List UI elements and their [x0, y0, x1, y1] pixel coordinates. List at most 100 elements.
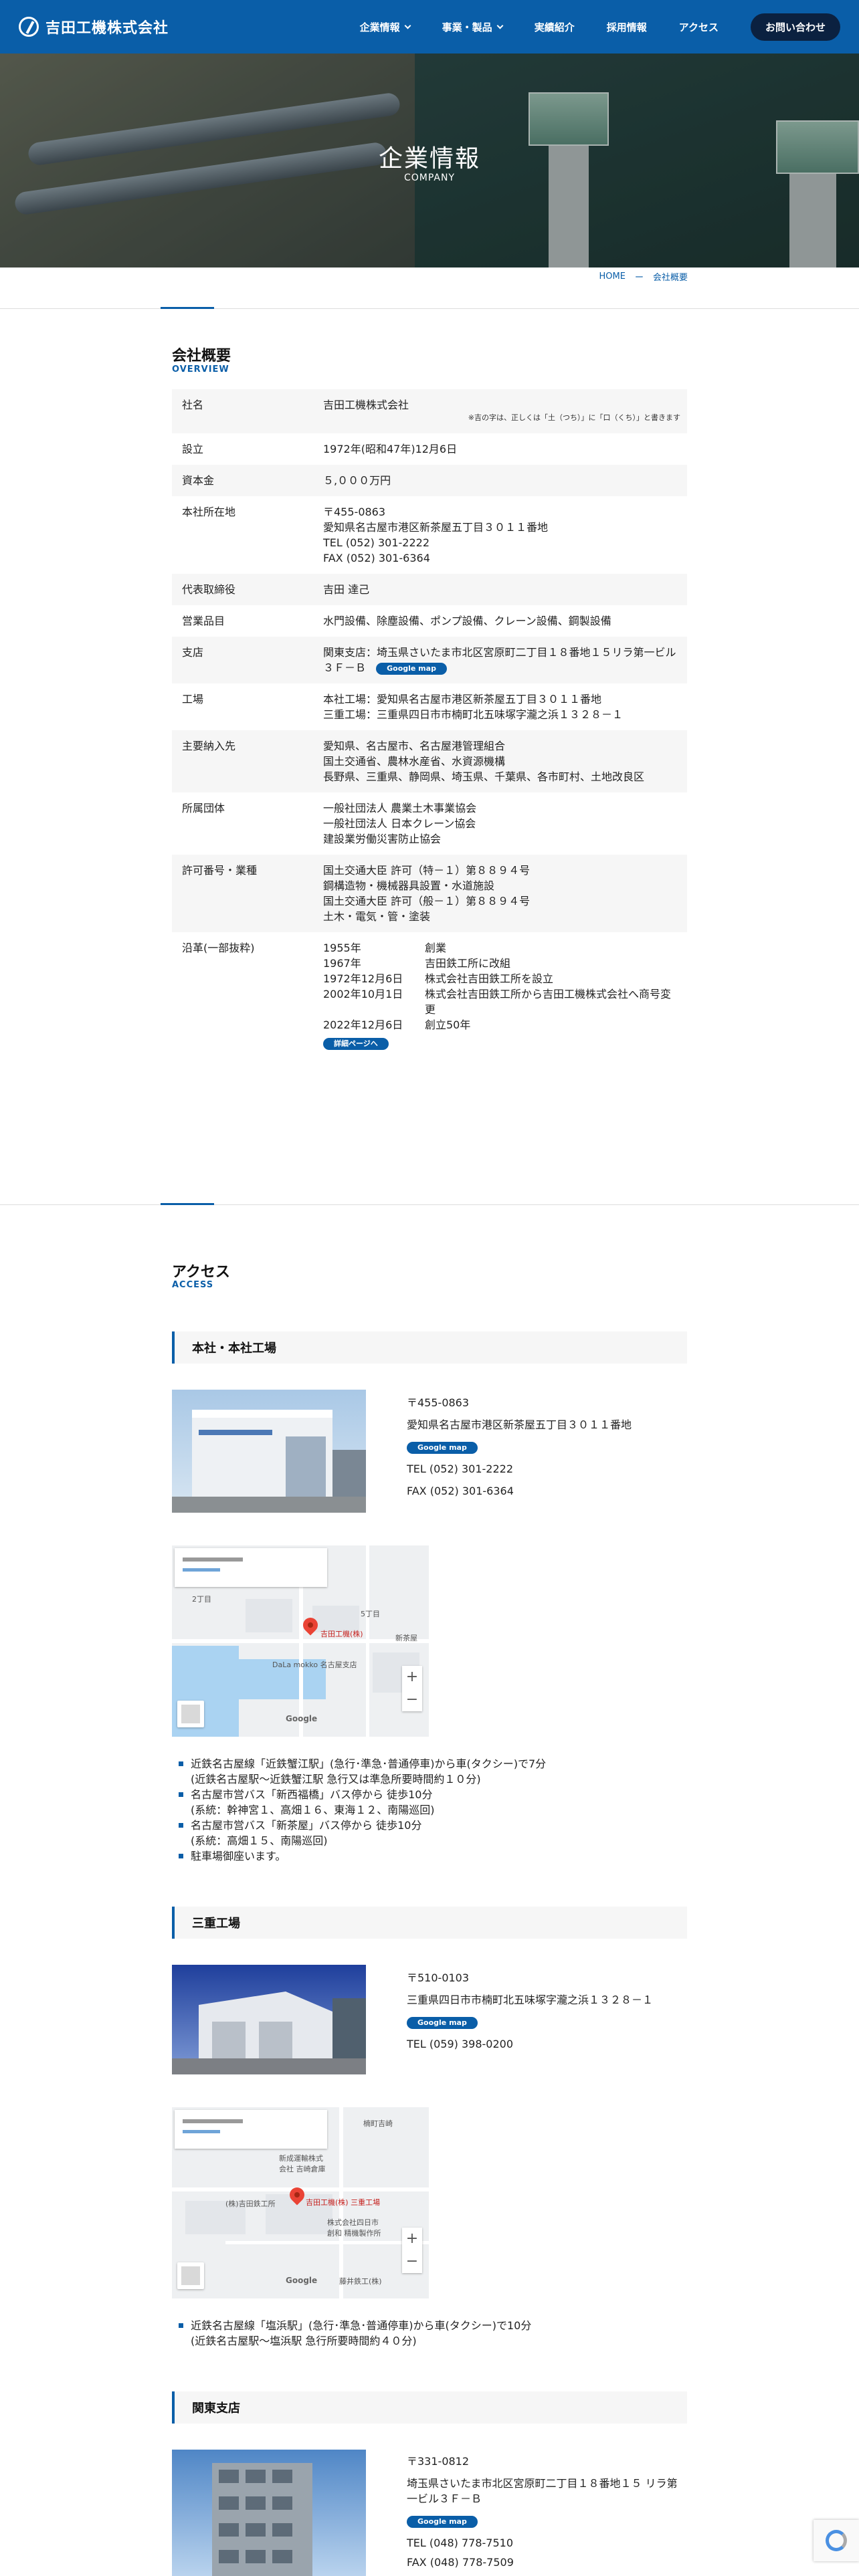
- map-text: 楠町吉崎: [363, 2119, 393, 2128]
- row-label: 営業品目: [182, 615, 225, 627]
- access-heading: アクセス: [172, 1264, 230, 1281]
- row-value: 1972年(昭和47年)12月6日: [323, 443, 458, 455]
- table-row: 主要納入先 愛知県、名古屋市、名古屋港管理組合 国土交通省、農林水産省、水資源機…: [172, 730, 687, 792]
- detail-wrap: 詳細ページへ: [323, 1035, 680, 1051]
- zoom-in-button[interactable]: +: [402, 2228, 422, 2250]
- list-line: (近鉄名古屋駅～塩浜駅 急行所要時間約４０分): [191, 2335, 417, 2347]
- hq-address: 愛知県名古屋市港区新茶屋五丁目３０１１番地: [407, 1418, 632, 1431]
- table-row: 代表取締役 吉田 達己: [172, 574, 687, 605]
- nav-company[interactable]: 企業情報: [359, 20, 411, 34]
- row-value: 1955年 創業 1967年 吉田鉄工所に改組 1972年12月6日 株式会社吉田鉄工…: [323, 932, 687, 1059]
- map-info-card[interactable]: [175, 1548, 327, 1587]
- breadcrumb-home[interactable]: HOME: [599, 272, 626, 282]
- nav-business[interactable]: 事業・製品: [442, 20, 504, 34]
- kanto-google-map-button[interactable]: Google map: [407, 2515, 478, 2528]
- table-row: 社名 吉田工機株式会社 ※吉の字は、正しくは「土（つち）」に「口（くち）」と書き…: [172, 389, 687, 433]
- group-line: 一般社団法人 農業土木事業協会: [323, 802, 477, 815]
- mie-map[interactable]: 楠町吉崎 新成運輸株式 会社 吉崎倉庫 (株)吉田鉄工所 吉田工機(株) 三重工…: [172, 2107, 429, 2298]
- table-row: 資本金 ５,０００万円: [172, 465, 687, 496]
- breadcrumb-current: 会社概要: [652, 273, 688, 283]
- address-line: 愛知県名古屋市港区新茶屋五丁目３０１１番地: [323, 521, 549, 534]
- list-line: 名古屋市営バス「新西福橋」バス停から 徒歩10分: [191, 1788, 433, 1801]
- row-value: 吉田工機株式会社 ※吉の字は、正しくは「土（つち）」に「口（くち）」と書きます: [323, 389, 687, 433]
- company-logo[interactable]: 吉田工機株式会社: [19, 16, 169, 37]
- factory-line: 三重工場：三重県四日市市楠町北五味塚字瀧之浜１３２８－１: [323, 708, 624, 721]
- kanto-heading: 関東支店: [172, 2391, 687, 2424]
- detail-page-button[interactable]: 詳細ページへ: [323, 1037, 389, 1050]
- zoom-in-button[interactable]: +: [402, 1666, 422, 1689]
- mie-factory-photo: [172, 1965, 366, 2074]
- table-row: 営業品目 水門設備、除塵設備、ポンプ設備、クレーン設備、鋼製設備: [172, 605, 687, 637]
- kanto-zip: 〒331-0812: [407, 2455, 470, 2468]
- hq-google-map-button[interactable]: Google map: [407, 1441, 478, 1454]
- nav-access[interactable]: アクセス: [679, 20, 719, 34]
- list-line: 近鉄名古屋線「塩浜駅」(急行･準急･普通停車)から車(タクシー)で10分: [191, 2319, 532, 2332]
- zoom-out-button[interactable]: −: [402, 2250, 422, 2273]
- history-item: 1955年 創業: [323, 940, 680, 956]
- recaptcha-badge[interactable]: [814, 2520, 859, 2561]
- contact-button[interactable]: お問い合わせ: [750, 13, 840, 41]
- list-line: (系統：高畑１５、南陽巡回): [191, 1834, 328, 1847]
- mie-gmap-wrap: Google map: [407, 2014, 653, 2030]
- nav-company-label: 企業情報: [359, 21, 400, 33]
- row-label: 設立: [182, 443, 204, 455]
- nav-works[interactable]: 実績紹介: [535, 20, 575, 34]
- history-year: 1972年12月6日: [323, 972, 403, 985]
- hq-map[interactable]: 2丁目 5丁目 新茶屋 吉田工機(株) DaLa mokko 名古屋支店 + − …: [172, 1545, 429, 1737]
- history-event: 吉田鉄工所に改組: [425, 957, 511, 970]
- kanto-tel: TEL (048) 778-7510: [407, 2537, 514, 2549]
- client-line: 長野県、三重県、静岡県、埼玉県、千葉県、各市町村、土地改良区: [323, 770, 645, 783]
- map-info-card[interactable]: [175, 2110, 327, 2149]
- factory-line: 本社工場：愛知県名古屋市港区新茶屋五丁目３０１１番地: [323, 693, 602, 706]
- divider-accent: [161, 307, 214, 309]
- list-line: 駐車場御座います。: [191, 1850, 286, 1862]
- hq-gmap-wrap: Google map: [407, 1439, 632, 1455]
- address-line: FAX (052) 301-6364: [323, 552, 430, 564]
- map-layer-toggle[interactable]: [177, 2262, 204, 2289]
- row-value: 〒455-0863 愛知県名古屋市港区新茶屋五丁目３０１１番地 TEL (052…: [323, 496, 687, 574]
- nav-recruit[interactable]: 採用情報: [607, 20, 647, 34]
- row-label: 工場: [182, 693, 204, 706]
- row-value: 吉田 達己: [323, 583, 370, 596]
- map-card-line: [183, 1558, 243, 1562]
- map-layer-toggle[interactable]: [177, 1701, 204, 1727]
- map-place-label: 藤井鉄工(株): [339, 2277, 382, 2286]
- row-label: 支店: [182, 646, 204, 659]
- row-label: 社名: [182, 399, 204, 411]
- overview-table: 社名 吉田工機株式会社 ※吉の字は、正しくは「土（つち）」に「口（くち）」と書き…: [172, 389, 687, 1059]
- breadcrumb: HOME ー 会社概要: [599, 270, 688, 283]
- history-event: 株式会社吉田鉄工所を設立: [425, 972, 554, 985]
- hq-heading: 本社・本社工場: [172, 1331, 687, 1364]
- row-value: 一般社団法人 農業土木事業協会 一般社団法人 日本クレーン協会 建設業労働災害防…: [323, 792, 687, 855]
- zoom-out-button[interactable]: −: [402, 1689, 422, 1711]
- row-value: 水門設備、除塵設備、ポンプ設備、クレーン設備、鋼製設備: [323, 615, 611, 627]
- branch-google-map-button[interactable]: Google map: [376, 662, 447, 675]
- mie-zip: 〒510-0103: [407, 1971, 470, 1984]
- address-line: 〒455-0863: [323, 506, 386, 518]
- chevron-down-icon: [496, 22, 504, 29]
- divider: [0, 1204, 859, 1205]
- table-row: 本社所在地 〒455-0863 愛知県名古屋市港区新茶屋五丁目３０１１番地 TE…: [172, 496, 687, 574]
- google-logo: Google: [286, 2276, 318, 2285]
- client-line: 国土交通省、農林水産省、水資源機構: [323, 755, 506, 768]
- row-value: 関東支店：埼玉県さいたま市北区宮原町二丁目１８番地１５リラ第一ビル３Ｆ－Ｂ Go…: [323, 637, 687, 683]
- table-row: 支店 関東支店：埼玉県さいたま市北区宮原町二丁目１８番地１５リラ第一ビル３Ｆ－Ｂ…: [172, 637, 687, 683]
- history-item: 2022年12月6日 創立50年: [323, 1017, 680, 1033]
- site-header: 吉田工機株式会社 企業情報 事業・製品 実績紹介 採用情報 アクセス お問い合わ…: [0, 0, 859, 53]
- map-place-label: DaLa mokko 名古屋支店: [272, 1660, 357, 1669]
- mie-address: 三重県四日市市楠町北五味塚字瀧之浜１３２８－１: [407, 1994, 654, 2006]
- history-year: 1955年: [323, 942, 361, 954]
- main-nav: 企業情報 事業・製品 実績紹介 採用情報 アクセス お問い合わせ: [360, 13, 840, 41]
- row-label: 主要納入先: [182, 740, 236, 752]
- hq-address-block: 〒455-0863 愛知県名古屋市港区新茶屋五丁目３０１１番地 Google m…: [407, 1395, 632, 1499]
- list-item: 駐車場御座います。: [176, 1848, 546, 1864]
- hero-banner: 企業情報 COMPANY: [0, 53, 859, 267]
- license-line: 土木・電気・管・塗装: [323, 910, 431, 923]
- mie-google-map-button[interactable]: Google map: [407, 2016, 478, 2029]
- map-pin-label: 吉田工機(株) 三重工場: [306, 2198, 381, 2207]
- kanto-gmap-wrap: Google map: [407, 2513, 688, 2529]
